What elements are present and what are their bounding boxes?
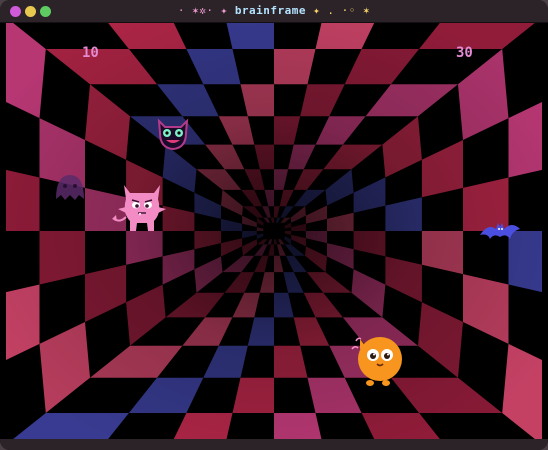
- game-arena[interactable]: 10 30: [6, 23, 542, 439]
- score-left: 10: [82, 45, 99, 61]
- checkered-tunnel-background: [6, 23, 542, 439]
- title-decoration-left: · ✶✲· ✦: [177, 4, 228, 17]
- bottom-bar: [0, 439, 548, 450]
- devil-face-sprite: [157, 118, 189, 151]
- title-text: brainframe: [234, 4, 307, 17]
- orange-blob-player-sprite[interactable]: [346, 327, 410, 391]
- title-bar: · ✶✲· ✦ brainframe ✦ . ·◦ ✶: [0, 0, 548, 23]
- window-title: · ✶✲· ✦ brainframe ✦ . ·◦ ✶: [0, 4, 548, 17]
- game-window: · ✶✲· ✦ brainframe ✦ . ·◦ ✶ 10 30: [0, 0, 548, 450]
- pink-devil-monster-sprite: [112, 185, 166, 231]
- blue-bat-sprite: [480, 223, 520, 239]
- score-right: 30: [456, 45, 473, 61]
- title-decoration-right: ✦ . ·◦ ✶: [313, 4, 371, 17]
- purple-ghost-sprite: [56, 175, 84, 200]
